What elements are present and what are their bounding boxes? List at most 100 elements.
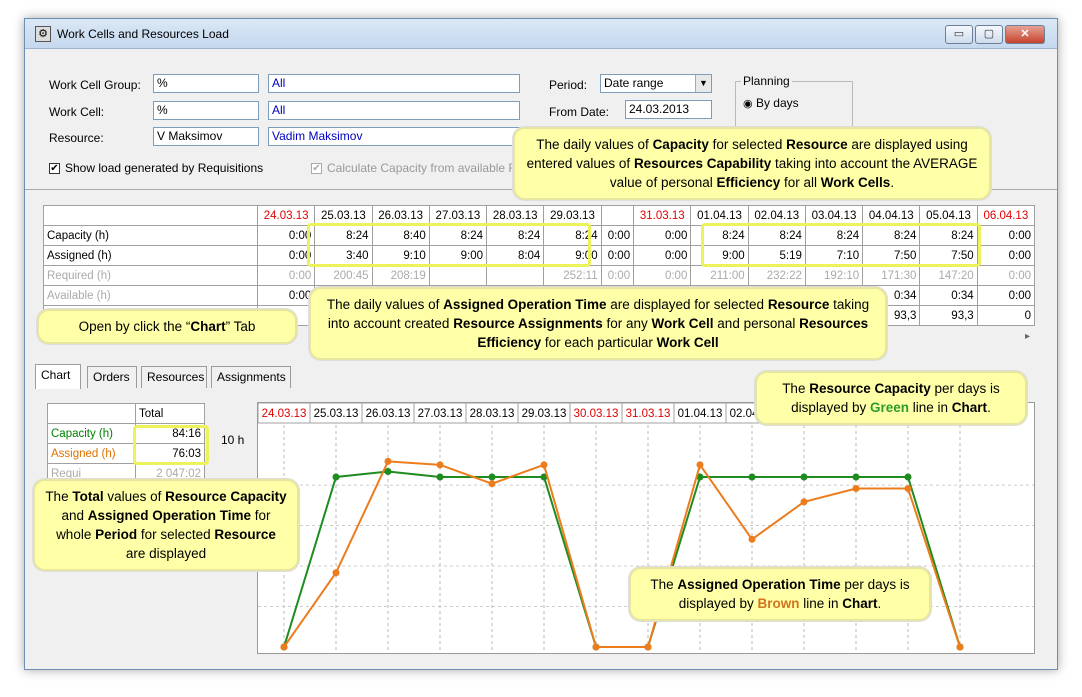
tab-resources[interactable]: Resources [141,366,207,388]
grid-cell[interactable]: 171:30 [862,265,921,286]
y-axis-tick: 10 h [221,433,245,447]
assigned-point [696,461,704,469]
by-days-radio[interactable]: ◉ By days [743,96,799,110]
cell-label: Work Cell: [49,105,105,119]
minimize-button[interactable]: ▭ [945,25,973,44]
grid-cell[interactable]: 0:00 [633,245,692,266]
cell-name-input[interactable]: All [268,101,520,120]
chart-date-label: 27.03.13 [418,408,463,420]
totals-corner [47,403,136,424]
grid-cell[interactable] [486,265,545,286]
grid-cell[interactable]: 0:00 [976,225,1036,246]
grid-cell[interactable]: 0:00 [633,225,692,246]
grid-row-label: Required (h) [43,265,258,286]
close-button[interactable]: ✕ [1005,25,1045,44]
grid-row: Required (h) 0:00 200:45 208:19 252:11 0:00 0:… [43,265,1036,286]
highlight-capacity-week2 [701,223,981,267]
date-header: 06.04.13 [976,205,1036,226]
resource-code-input[interactable]: V Maksimov [153,127,259,146]
date-header: 24.03.13 [256,205,316,226]
assigned-point [488,480,496,488]
resource-name-input[interactable]: Vadim Maksimov [268,127,520,146]
chart-date-label: 28.03.13 [470,408,515,420]
grid-cell[interactable]: 0:00 [976,285,1036,306]
grid-cell[interactable]: 192:10 [804,265,864,286]
grid-row-label: Available (h) [43,285,258,306]
radio-selected-icon: ◉ [743,98,753,110]
by-days-label: By days [755,96,799,110]
assigned-point [748,535,756,543]
callout-assigned-info: The daily values of Assigned Operation T… [309,287,887,360]
grid-cell[interactable]: 0:00 [256,285,316,306]
assigned-point [644,643,652,651]
grid-cell[interactable]: 0:00 [976,265,1036,286]
maximize-button[interactable]: ▢ [975,25,1003,44]
grid-cell[interactable]: 0:00 [633,265,692,286]
assigned-point [592,643,600,651]
grid-corner [43,205,258,226]
totals-capacity-label: Capacity (h) [47,423,136,444]
grid-cell[interactable]: 0:00 [600,265,635,286]
tab-assignments[interactable]: Assignments [211,366,291,388]
assigned-point [436,461,444,469]
chart-date-label: 31.03.13 [626,408,671,420]
assigned-point [956,643,964,651]
tab-chart[interactable]: Chart [35,364,81,389]
capacity-point [332,473,340,481]
chart-date-label: 29.03.13 [522,408,567,420]
totals-assigned-label: Assigned (h) [47,443,136,464]
totals-header: Total [135,403,205,424]
grid-cell[interactable]: 211:00 [690,265,749,286]
grid-cell[interactable]: 93,3 [919,305,978,326]
window-title: Work Cells and Resources Load [57,27,229,41]
app-icon: ⚙ [35,26,51,42]
grid-cell[interactable]: 147:20 [919,265,978,286]
scroll-right-icon[interactable]: ▸ [1025,331,1030,342]
cell-code-input[interactable]: % [153,101,259,120]
callout-open-chart: Open by click the “Chart” Tab [37,309,297,344]
group-name-input[interactable]: All [268,74,520,93]
group-code-input[interactable]: % [153,74,259,93]
capacity-point [748,473,756,481]
grid-cell[interactable]: 0:00 [600,245,635,266]
grid-cell[interactable]: 232:22 [747,265,806,286]
assigned-point [852,485,860,493]
calculate-capacity-label: Calculate Capacity from available R [327,161,518,175]
date-header [600,205,635,226]
assigned-point [332,569,340,577]
chart-date-label: 24.03.13 [262,408,307,420]
highlight-totals [133,425,209,465]
period-label: Period: [549,78,588,92]
grid-cell[interactable]: 252:11 [543,265,602,286]
capacity-point [904,473,912,481]
tab-orders[interactable]: Orders [87,366,137,388]
chevron-down-icon[interactable]: ▼ [695,75,711,92]
grid-cell[interactable]: 0 [976,305,1036,326]
show-requisitions-checkbox[interactable]: ✔ Show load generated by Requisitions [49,161,263,175]
title-bar: ⚙ Work Cells and Resources Load ▭ ▢ ✕ [25,19,1057,49]
grid-cell[interactable]: 0:00 [600,225,635,246]
period-select[interactable]: Date range ▼ [600,74,712,93]
grid-cell[interactable] [428,265,488,286]
capacity-point [852,473,860,481]
from-date-input[interactable]: 24.03.2013 [625,100,712,119]
capacity-point [436,473,444,481]
assigned-point [280,643,288,651]
grid-cell[interactable]: 0:34 [919,285,978,306]
chart-date-label: 25.03.13 [314,408,359,420]
assigned-point [904,485,912,493]
grid-cell[interactable]: 200:45 [314,265,373,286]
chart-date-label: 26.03.13 [366,408,411,420]
grid-row-label: Assigned (h) [43,245,258,266]
planning-title: Planning [741,74,792,88]
assigned-point [384,457,392,465]
period-value: Date range [604,76,664,90]
checkbox-disabled-icon: ✔ [311,163,322,175]
grid-cell[interactable]: 208:19 [371,265,430,286]
main-window: ⚙ Work Cells and Resources Load ▭ ▢ ✕ Wo… [24,18,1058,670]
grid-cell[interactable]: 0:00 [256,265,316,286]
capacity-point [800,473,808,481]
calculate-capacity-checkbox[interactable]: ✔ Calculate Capacity from available R [311,161,517,175]
grid-cell[interactable]: 0:00 [976,245,1036,266]
callout-green-line: The Resource Capacity per days is displa… [755,371,1027,425]
